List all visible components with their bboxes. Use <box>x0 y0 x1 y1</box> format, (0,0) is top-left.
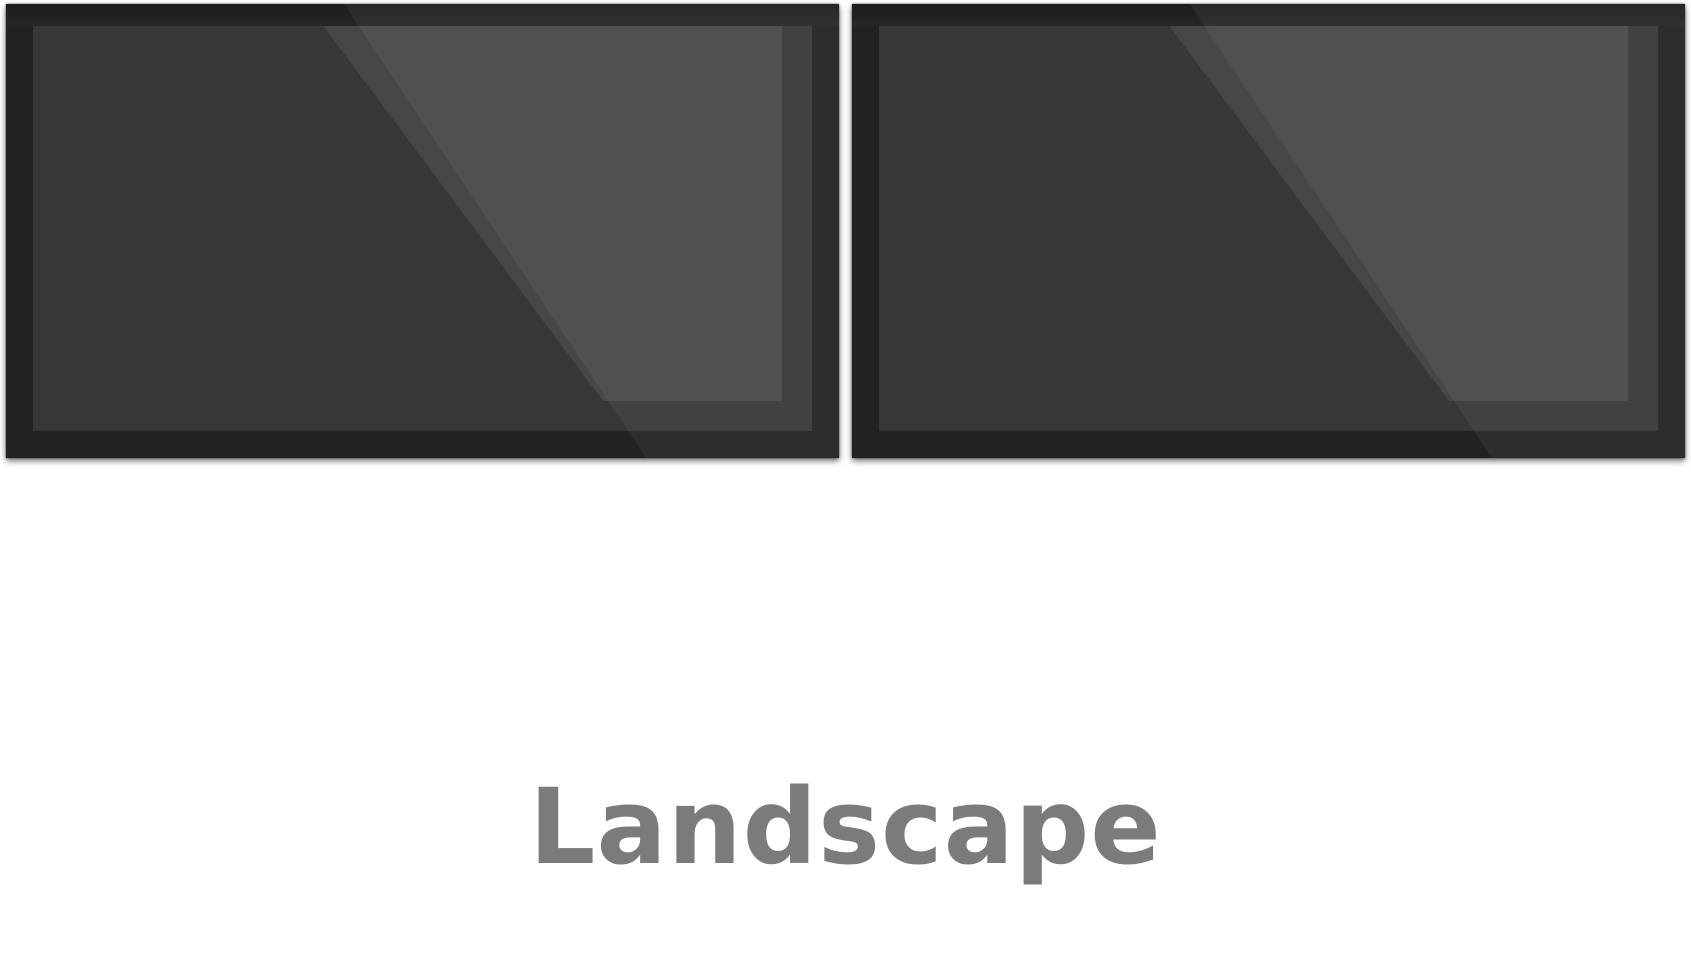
left-monitor-bezel <box>6 4 839 26</box>
right-monitor-bezel <box>852 4 1685 26</box>
left-screen-reflection <box>323 26 782 401</box>
right-screen-reflection <box>1169 26 1628 401</box>
orientation-label: Landscape <box>529 766 1162 888</box>
left-monitor-screen[interactable] <box>33 26 812 431</box>
right-monitor[interactable] <box>852 4 1685 458</box>
right-monitor-screen[interactable] <box>879 26 1658 431</box>
left-monitor[interactable] <box>6 4 839 458</box>
